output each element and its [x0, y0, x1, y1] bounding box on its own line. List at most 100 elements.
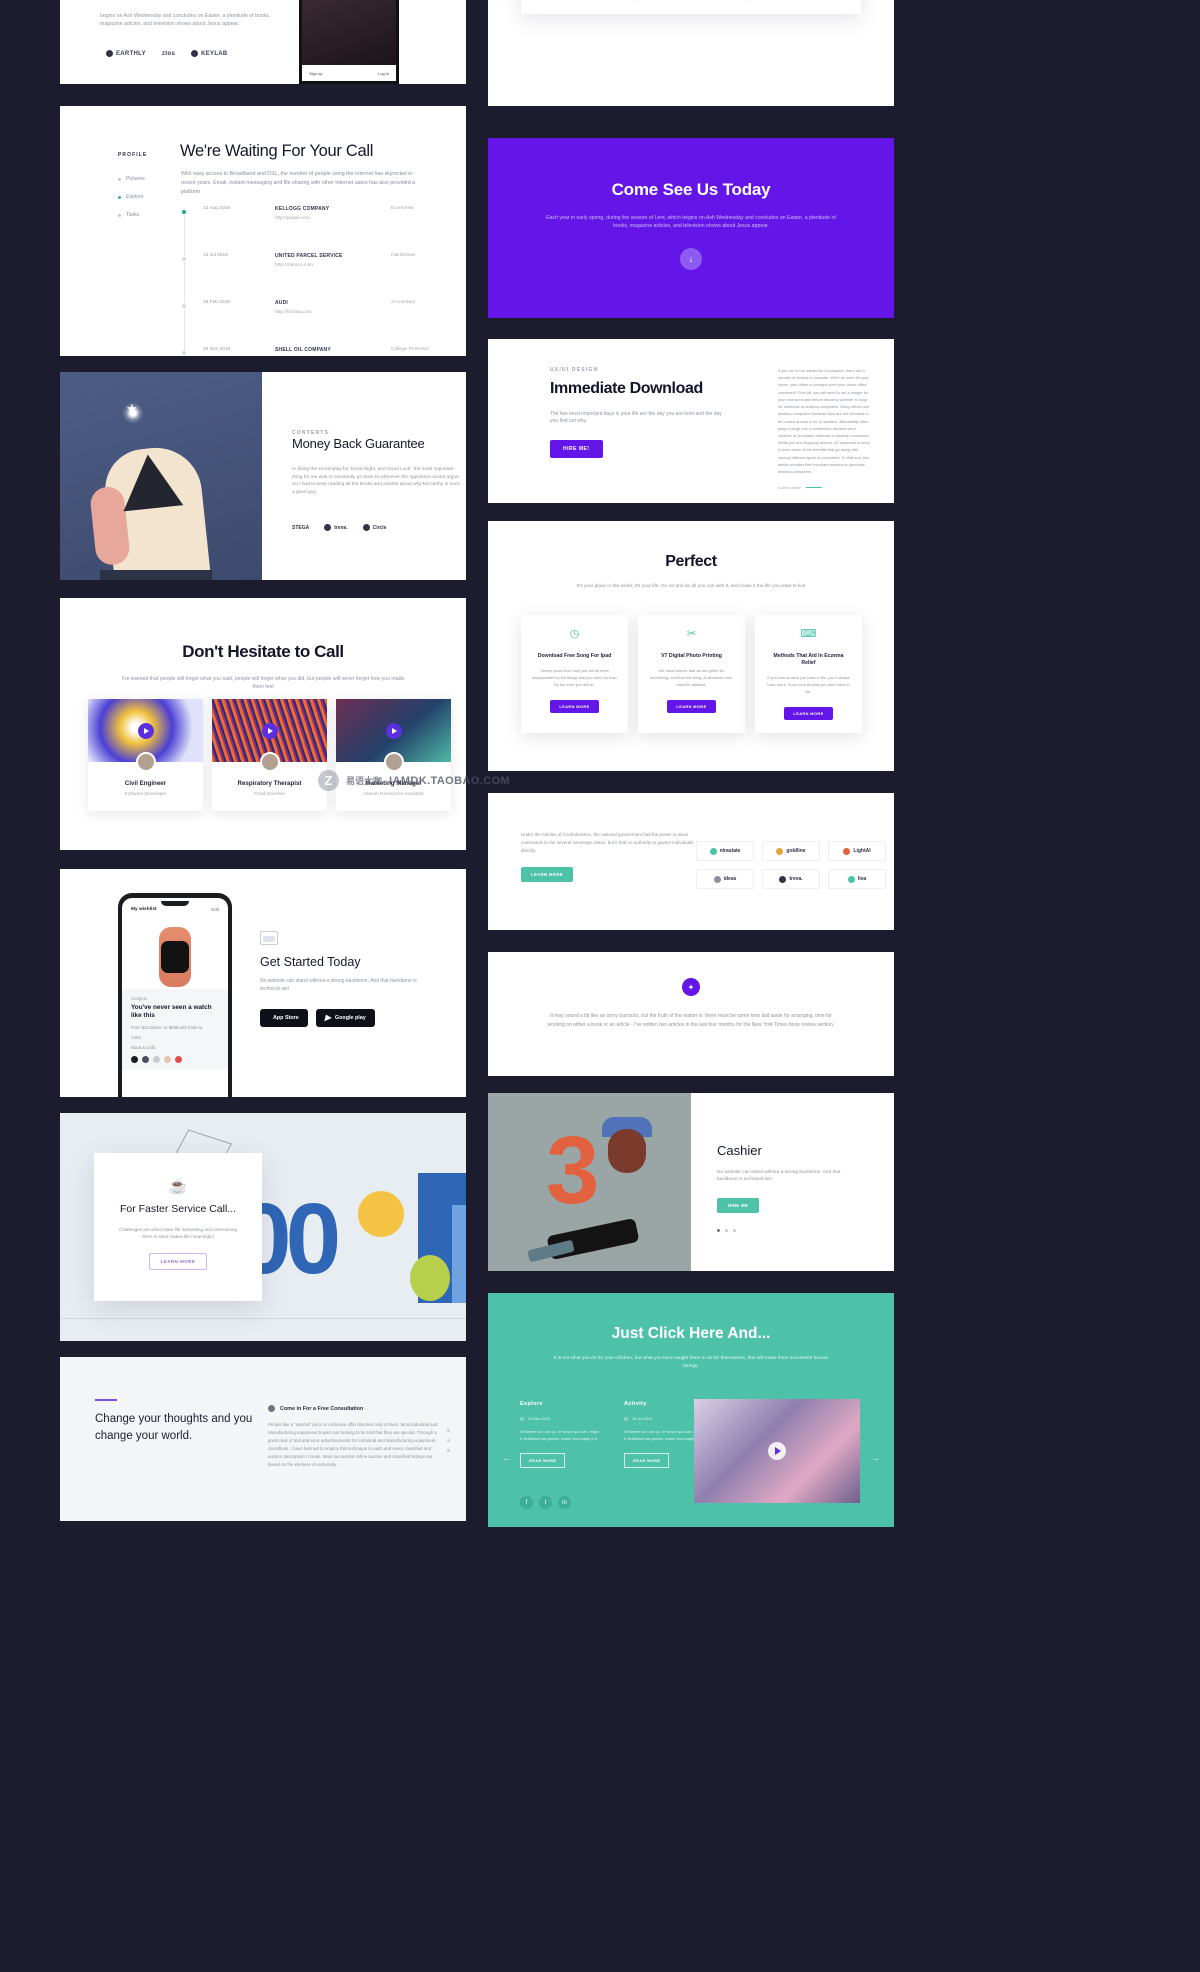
avatar	[135, 752, 156, 772]
slide-money-back: CONTENTS Money Back Guarantee In doing t…	[60, 372, 466, 580]
feature-body: Twenty years from now you will be more d…	[532, 668, 617, 687]
avatar	[383, 752, 404, 772]
list-item[interactable]: Marketing Manager Human Resources Assista…	[336, 699, 451, 811]
person-thumbnail	[88, 699, 203, 772]
person-name: Civil Engineer	[124, 780, 167, 787]
learn-more-button[interactable]: LEARN MORE	[784, 706, 833, 720]
google-play-button[interactable]: ▶ Google play	[315, 1008, 375, 1027]
nav-item-tasks[interactable]: Tasks	[118, 212, 145, 218]
app-store-button[interactable]: App Store	[260, 1008, 308, 1027]
feature-title: Methods That Aid In Eczema Relief	[773, 653, 844, 667]
quote-card: The most difficult thing is the decision…	[521, 0, 634, 14]
timeline-role: College Professor	[391, 347, 430, 352]
cashier-body: No website can stand without a strong ba…	[717, 1170, 841, 1183]
signup-label[interactable]: Sign up	[309, 71, 323, 76]
phone-mockup: Sign up Log in	[299, 0, 399, 84]
learn-more-button[interactable]: LEARN MORE	[521, 867, 574, 883]
color-value: Black & Gold	[131, 1045, 156, 1050]
read-more-button[interactable]: READ MORE	[520, 1452, 566, 1468]
sparkle-icon: ✦	[682, 978, 700, 996]
logo-earthly: EARTHLY	[106, 50, 146, 57]
experience-timeline: 13 Aug 2019 KELLOGG COMPANY http://purple…	[181, 206, 461, 356]
avatar	[259, 752, 280, 772]
watch-illustration	[122, 915, 228, 987]
column-date: ▤ 04 Mar 2019	[520, 1416, 551, 1421]
profile-eyebrow: PROFILE	[118, 152, 148, 158]
page-title: Come See Us Today	[611, 180, 771, 199]
learn-more-button[interactable]: LEARN MORE	[148, 1253, 208, 1271]
slide-faster-service: 00 ☕ For Faster Service Call... Challeng…	[60, 1113, 466, 1341]
play-icon[interactable]	[768, 1442, 786, 1460]
logo-grid: nirastate goldline LightAI ideas treva. …	[696, 841, 886, 889]
slide-quote-barracks: ✦ It may sound a bit like an army barrac…	[488, 952, 894, 1076]
list-item[interactable]: ◷ Download Free Song For Ipad Twenty yea…	[521, 615, 628, 733]
play-icon[interactable]	[261, 722, 278, 739]
phone-auth-bar: Sign up Log in	[302, 65, 396, 81]
play-icon[interactable]	[385, 722, 402, 739]
calendar-icon: ▤	[624, 1416, 628, 1421]
person-role: Food Scientist	[254, 792, 285, 797]
scissors-icon: ✂	[686, 628, 697, 640]
hire-me-button[interactable]: HIRE ME	[717, 1197, 760, 1213]
watermark-logo-icon: Z	[318, 770, 339, 791]
hesitate-subtitle: I've learned that people will forget wha…	[121, 676, 405, 691]
sun-shape	[358, 1191, 404, 1237]
timeline-dot-icon	[181, 209, 187, 215]
page-title: Perfect	[665, 553, 717, 570]
carousel-next-icon[interactable]: →	[870, 1453, 880, 1464]
play-icon[interactable]	[137, 722, 154, 739]
twitter-icon[interactable]: t	[539, 1496, 552, 1509]
quote-card: Two roads diverged in a wood, and I took…	[747, 0, 861, 14]
nav-item-pictures[interactable]: Pictures	[118, 176, 145, 182]
calendar-icon: ▤	[520, 1416, 524, 1421]
logo-keylab: KEYLAB	[191, 50, 227, 57]
carousel-prev-icon[interactable]: ←	[502, 1453, 512, 1464]
timeline-company: SHELL OIL COMPANYhttp://yellow.com	[275, 347, 331, 353]
timeline-company: UNITED PARCEL SERVICE http://maroon.com	[275, 253, 343, 267]
list-item[interactable]: ✂ V7 Digital Photo Printing We must beli…	[638, 615, 745, 733]
clock-icon: ◷	[569, 628, 580, 640]
list-item[interactable]: Respiratory Therapist Food Scientist	[212, 699, 327, 811]
keyboard-icon: ⌨	[800, 628, 817, 640]
badge-icon	[268, 1405, 275, 1412]
image-icon	[260, 931, 278, 945]
learn-more-button[interactable]: LEARN MORE	[550, 699, 599, 713]
learn-more-button[interactable]: LEARN MORE	[667, 699, 716, 713]
login-label[interactable]: Log in	[378, 71, 389, 76]
get-started-title: Get Started Today	[260, 955, 361, 969]
color-label: Color	[131, 1035, 142, 1040]
quote-card: How wonderful it is that nobody need wai…	[634, 0, 747, 14]
list-item[interactable]: ⌨ Methods That Aid In Eczema Relief If y…	[755, 615, 862, 733]
hand-star-illustration	[60, 372, 262, 580]
page-title: Don't Hesitate to Call	[182, 642, 344, 661]
ground-line	[60, 1318, 466, 1319]
slide-cashier: 3 Cashier No website can stand without a…	[488, 1093, 894, 1271]
timeline-company: KELLOGG COMPANY http://purple.com	[275, 206, 330, 220]
logo-lightai: LightAI	[828, 841, 886, 861]
scroll-down-icon[interactable]: ↓	[680, 248, 702, 271]
phone-mockup: My wishlist Edit Gadgets You've never see…	[118, 893, 232, 1097]
logo-ideas: ideas	[696, 869, 754, 889]
download-body: The two most important days in your life…	[550, 410, 722, 425]
timeline-dot-icon	[181, 256, 187, 262]
wishlist-edit[interactable]: Edit	[211, 907, 219, 912]
facebook-icon[interactable]: f	[520, 1496, 533, 1509]
pagination-dots[interactable]	[447, 1429, 450, 1452]
logo-liva: liva	[828, 869, 886, 889]
hire-me-button[interactable]: HIRE ME!	[550, 440, 603, 459]
nav-item-explore[interactable]: Explore	[118, 194, 145, 200]
timeline-dot-icon	[181, 350, 187, 356]
read-more-button[interactable]: READ MORE	[624, 1452, 670, 1468]
profile-nav: Pictures Explore Tasks	[118, 176, 145, 230]
accent-bar	[95, 1399, 117, 1401]
linkedin-icon[interactable]: in	[558, 1496, 571, 1509]
logo-treva: treva.	[762, 869, 820, 889]
pagination-dots[interactable]	[717, 1228, 894, 1232]
product-headline: You've never seen a watch like this	[131, 1004, 212, 1019]
logo-nirastate: nirastate	[696, 841, 754, 861]
coffee-icon: ☕	[168, 1178, 188, 1195]
list-item[interactable]: Civil Engineer Software Developer	[88, 699, 203, 811]
faster-service-body: Challenges are what make life interestin…	[119, 1227, 237, 1240]
table-row: 19 Feb 2019 AUDI http://fuchsia.com Accou…	[181, 300, 461, 347]
color-swatches[interactable]	[131, 1056, 219, 1063]
